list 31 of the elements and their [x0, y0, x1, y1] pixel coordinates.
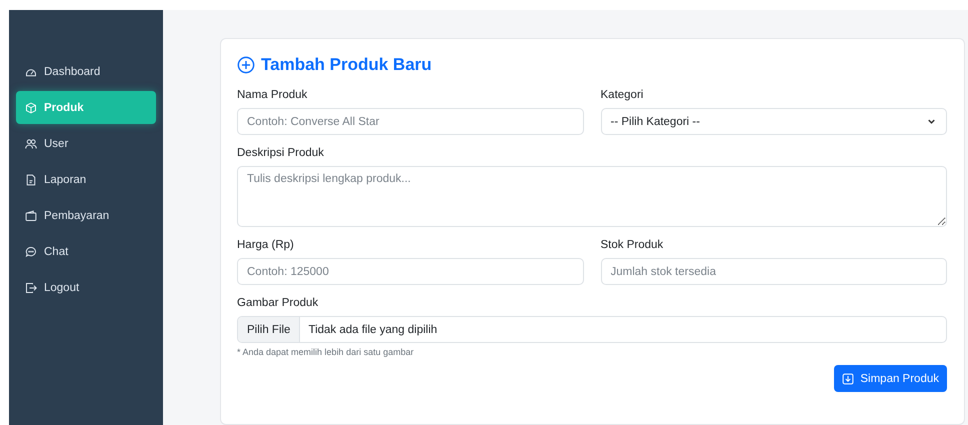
- textarea-field[interactable]: Tulis deskripsi lengkap produk...: [237, 166, 947, 227]
- form-title: Tambah Produk Baru: [261, 55, 432, 75]
- sidebar-item[interactable]: Pembayaran: [16, 199, 156, 232]
- file-status: Tidak ada file yang dipilih: [307, 322, 438, 338]
- cube-icon: [25, 102, 37, 114]
- file-input[interactable]: Pilih File Tidak ada file yang dipilih: [237, 316, 947, 343]
- download-icon: [842, 372, 854, 384]
- chat-icon: [25, 246, 37, 258]
- sidebar-item[interactable]: User: [16, 127, 156, 160]
- sidebar-item[interactable]: Logout: [16, 271, 156, 304]
- save-button[interactable]: Simpan Produk: [834, 365, 947, 392]
- field-label: Kategori: [600, 89, 644, 101]
- select-field[interactable]: -- Pilih Kategori --: [600, 108, 947, 135]
- choose-file-button[interactable]: Pilih File: [238, 317, 300, 342]
- field-label: Stok Produk: [600, 239, 664, 251]
- wallet-icon: [25, 210, 37, 222]
- sidebar-item[interactable]: Laporan: [16, 163, 156, 196]
- logout-icon: [25, 282, 37, 294]
- people-icon: [25, 138, 37, 150]
- sidebar-item[interactable]: Chat: [16, 235, 156, 268]
- input-field[interactable]: Contoh: 125000: [237, 258, 584, 285]
- field-label: Nama Produk: [237, 89, 308, 101]
- help-text: * Anda dapat memilih lebih dari satu gambar: [237, 347, 415, 357]
- input-field[interactable]: Contoh: Converse All Star: [237, 108, 584, 135]
- sidebar-item[interactable]: Dashboard: [16, 55, 156, 88]
- field-label: Gambar Produk: [237, 297, 320, 309]
- input-field[interactable]: Jumlah stok tersedia: [600, 258, 947, 285]
- field-label: Harga (Rp): [237, 239, 295, 251]
- document-icon: [25, 174, 37, 186]
- plus-circle-icon: [237, 56, 255, 74]
- field-label: Deskripsi Produk: [237, 147, 325, 159]
